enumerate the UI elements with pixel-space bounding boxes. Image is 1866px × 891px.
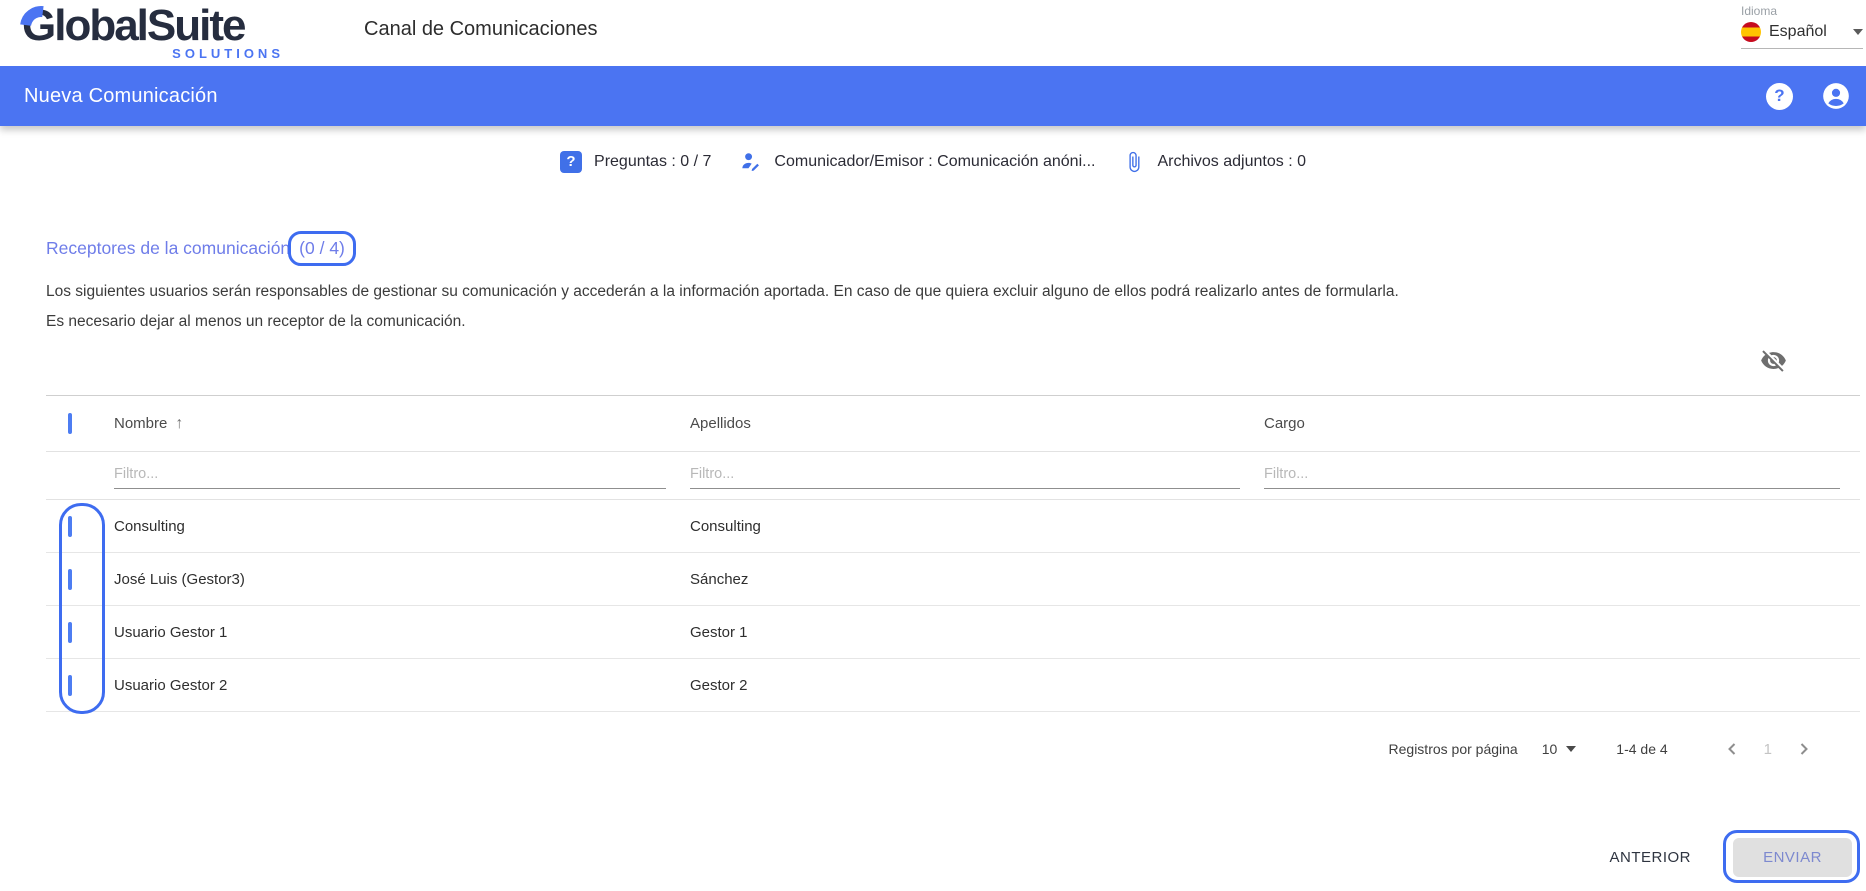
language-selector: Idioma Español (1741, 4, 1863, 49)
row-checkbox[interactable] (68, 569, 72, 590)
page-size-label: Registros por página (1389, 741, 1518, 757)
column-header-nombre[interactable]: Nombre ↑ (110, 415, 686, 433)
table-row[interactable]: Usuario Gestor 1 Gestor 1 (46, 606, 1860, 659)
current-page-number[interactable]: 1 (1764, 741, 1772, 758)
table-row[interactable]: Consulting Consulting (46, 500, 1860, 553)
cell-nombre: Usuario Gestor 1 (110, 624, 686, 641)
receivers-heading: Receptores de la comunicación (0 / 4) (46, 231, 356, 266)
cell-nombre: Usuario Gestor 2 (110, 677, 686, 694)
communication-summary: ? Preguntas : 0 / 7 Comunicador/Emisor :… (0, 150, 1866, 173)
table-header-row: Nombre ↑ Apellidos Cargo (46, 395, 1860, 452)
receivers-count: (0 / 4) (288, 231, 356, 266)
header-label-cargo: Cargo (1264, 415, 1305, 432)
cell-nombre: Consulting (110, 518, 686, 535)
cell-apellidos: Sánchez (686, 571, 1260, 588)
cell-apellidos: Consulting (686, 518, 1260, 535)
visibility-off-icon[interactable] (1760, 347, 1787, 379)
receivers-table: Nombre ↑ Apellidos Cargo Consulting Cons… (46, 395, 1860, 712)
question-square-icon: ? (560, 151, 582, 173)
person-edit-icon (739, 150, 762, 173)
filter-input-apellidos[interactable] (690, 462, 1240, 489)
pagination-range: 1-4 de 4 (1616, 741, 1667, 757)
logo-title: GlobalSuite (22, 1, 244, 50)
spain-flag-icon (1741, 22, 1761, 42)
account-icon[interactable] (1822, 82, 1850, 110)
chevron-down-icon (1566, 746, 1576, 752)
toolbar-icons: ? (1766, 66, 1850, 126)
wizard-footer: ANTERIOR ENVIAR (1609, 838, 1852, 877)
chevron-down-icon (1853, 29, 1863, 35)
logo-wordmark: GlobalSuite (22, 2, 286, 50)
previous-step-button[interactable]: ANTERIOR (1609, 838, 1691, 877)
row-checkbox[interactable] (68, 622, 72, 643)
summary-sender: Comunicador/Emisor : Comunicación anóni.… (739, 150, 1095, 173)
select-all-checkbox[interactable] (68, 413, 72, 434)
sort-ascending-arrow-icon: ↑ (175, 415, 183, 433)
page: GlobalSuite SOLUTIONS Canal de Comunicac… (0, 0, 1866, 891)
sender-label: Comunicador/Emisor : Comunicación anóni.… (774, 153, 1095, 171)
header-label-apellidos: Apellidos (690, 415, 751, 432)
summary-questions: ? Preguntas : 0 / 7 (560, 151, 711, 173)
column-header-apellidos[interactable]: Apellidos (686, 415, 1260, 432)
table-row[interactable]: José Luis (Gestor3) Sánchez (46, 553, 1860, 606)
toolbar-title: Nueva Comunicación (24, 85, 218, 108)
language-value: Español (1769, 23, 1845, 41)
page-size-select[interactable]: 10 (1542, 741, 1577, 757)
table-row[interactable]: Usuario Gestor 2 Gestor 2 (46, 659, 1860, 712)
cell-apellidos: Gestor 2 (686, 677, 1260, 694)
receivers-title: Receptores de la comunicación (46, 238, 290, 259)
description-line-2: Es necesario dejar al menos un receptor … (46, 307, 1399, 337)
row-checkbox[interactable] (68, 675, 72, 696)
column-header-cargo[interactable]: Cargo (1260, 415, 1860, 432)
summary-attachments: Archivos adjuntos : 0 (1123, 151, 1306, 173)
pagination-nav: 1 (1720, 737, 1816, 761)
language-label: Idioma (1741, 4, 1863, 18)
cell-apellidos: Gestor 1 (686, 624, 1260, 641)
receivers-description: Los siguientes usuarios serán responsabl… (46, 277, 1399, 336)
language-select[interactable]: Español (1741, 22, 1863, 49)
globalsuite-logo: GlobalSuite SOLUTIONS (22, 2, 286, 61)
filter-input-nombre[interactable] (114, 462, 666, 489)
toolbar: Nueva Comunicación ? (0, 66, 1866, 126)
next-page-icon[interactable] (1792, 737, 1816, 761)
attachments-label: Archivos adjuntos : 0 (1157, 153, 1306, 171)
previous-page-icon[interactable] (1720, 737, 1744, 761)
page-title: Canal de Comunicaciones (364, 18, 597, 41)
pagination: Registros por página 10 1-4 de 4 1 (1389, 727, 1816, 771)
send-button[interactable]: ENVIAR (1733, 838, 1852, 877)
description-line-1: Los siguientes usuarios serán responsabl… (46, 277, 1399, 307)
page-size-value: 10 (1542, 741, 1558, 757)
app-header: GlobalSuite SOLUTIONS Canal de Comunicac… (0, 0, 1866, 66)
help-icon[interactable]: ? (1766, 83, 1793, 110)
header-label-nombre: Nombre (114, 415, 167, 432)
questions-label: Preguntas : 0 / 7 (594, 153, 711, 171)
paperclip-icon (1123, 151, 1145, 173)
filter-input-cargo[interactable] (1264, 462, 1840, 489)
row-checkbox[interactable] (68, 516, 72, 537)
cell-nombre: José Luis (Gestor3) (110, 571, 686, 588)
table-filter-row (46, 452, 1860, 500)
